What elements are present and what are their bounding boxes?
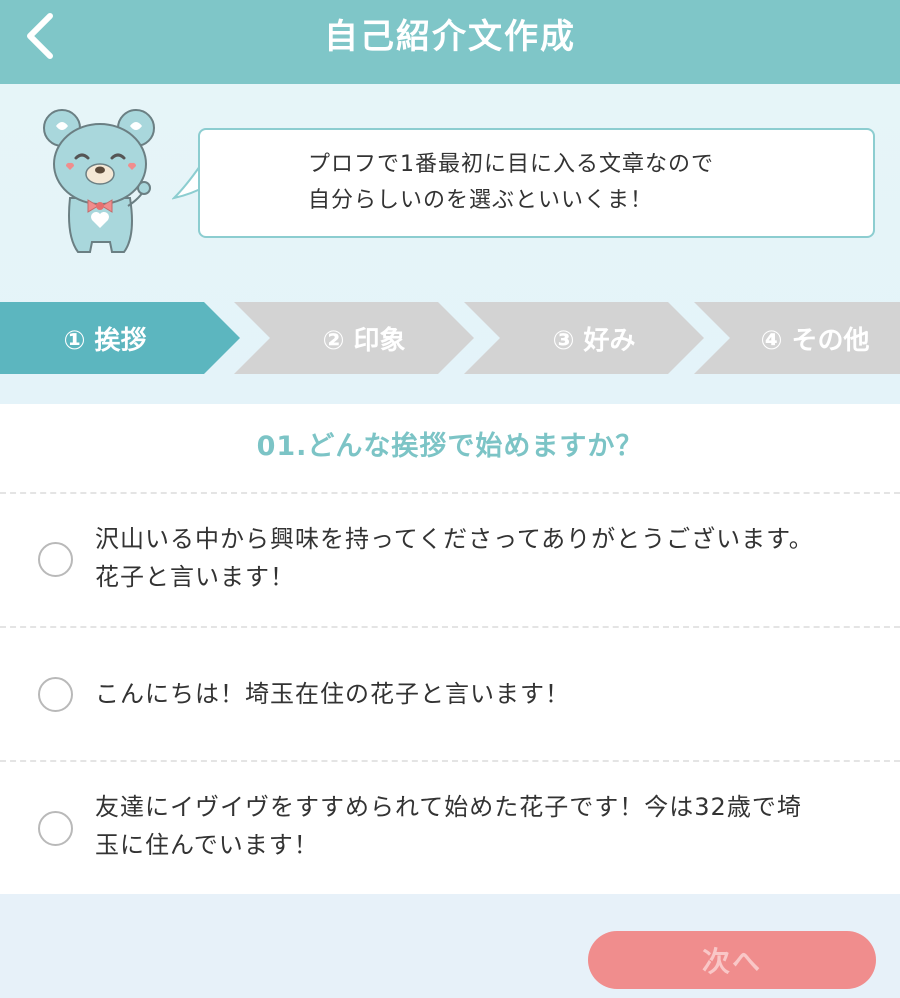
speech-line-1: プロフで1番最初に目に入る文章なので (308, 152, 714, 177)
bottom-bar: 次へ (0, 894, 900, 998)
radio-button-1[interactable] (38, 542, 73, 577)
option-2-text: こんにちは！埼玉在住の花子と言います！ (95, 675, 885, 713)
option-3[interactable]: 友達にイヴイヴをすすめられて始めた花子です！今は32歳で埼 玉に住んでいます！ (0, 762, 900, 894)
speech-bubble: プロフで1番最初に目に入る文章なので 自分らしいのを選ぶといいくま！ (198, 128, 875, 238)
chevron-left-icon (27, 13, 53, 59)
step-other[interactable]: ④ その他 (694, 302, 900, 374)
option-1-line-1: 沢山いる中から興味を持ってくださってありがとうございます。 (95, 525, 814, 553)
step-impression[interactable]: ② 印象 (234, 302, 474, 374)
step-indicator: ① 挨拶 ② 印象 ③ 好み ④ その他 (0, 302, 900, 374)
option-1-line-2: 花子と言います！ (95, 563, 295, 591)
option-1-text: 沢山いる中から興味を持ってくださってありがとうございます。 花子と言います！ (95, 520, 885, 596)
option-3-line-2: 玉に住んでいます！ (95, 831, 319, 859)
option-2[interactable]: こんにちは！埼玉在住の花子と言います！ (0, 628, 900, 760)
question-title: 01.どんな挨拶で始めますか？ (256, 431, 644, 462)
question-card: 01.どんな挨拶で始めますか？ 沢山いる中から興味を持ってくださってありがとうご… (0, 404, 900, 894)
step-greeting[interactable]: ① 挨拶 (0, 302, 240, 374)
option-2-line-1: こんにちは！埼玉在住の花子と言います！ (95, 680, 570, 708)
option-3-text: 友達にイヴイヴをすすめられて始めた花子です！今は32歳で埼 玉に住んでいます！ (95, 788, 885, 864)
page-title: 自己紹介文作成 (324, 16, 576, 57)
option-1[interactable]: 沢山いる中から興味を持ってくださってありがとうございます。 花子と言います！ (0, 494, 900, 626)
back-button[interactable] (14, 8, 64, 64)
next-button[interactable]: 次へ (588, 931, 876, 989)
bear-mascot-icon (43, 109, 155, 253)
option-3-line-1: 友達にイヴイヴをすすめられて始めた花子です！今は32歳で埼 (95, 793, 802, 821)
radio-button-3[interactable] (38, 811, 73, 846)
speech-line-2: 自分らしいのを選ぶといいくま！ (308, 188, 654, 213)
step-preferences[interactable]: ③ 好み (464, 302, 704, 374)
app-header: 自己紹介文作成 (0, 0, 900, 84)
radio-button-2[interactable] (38, 677, 73, 712)
